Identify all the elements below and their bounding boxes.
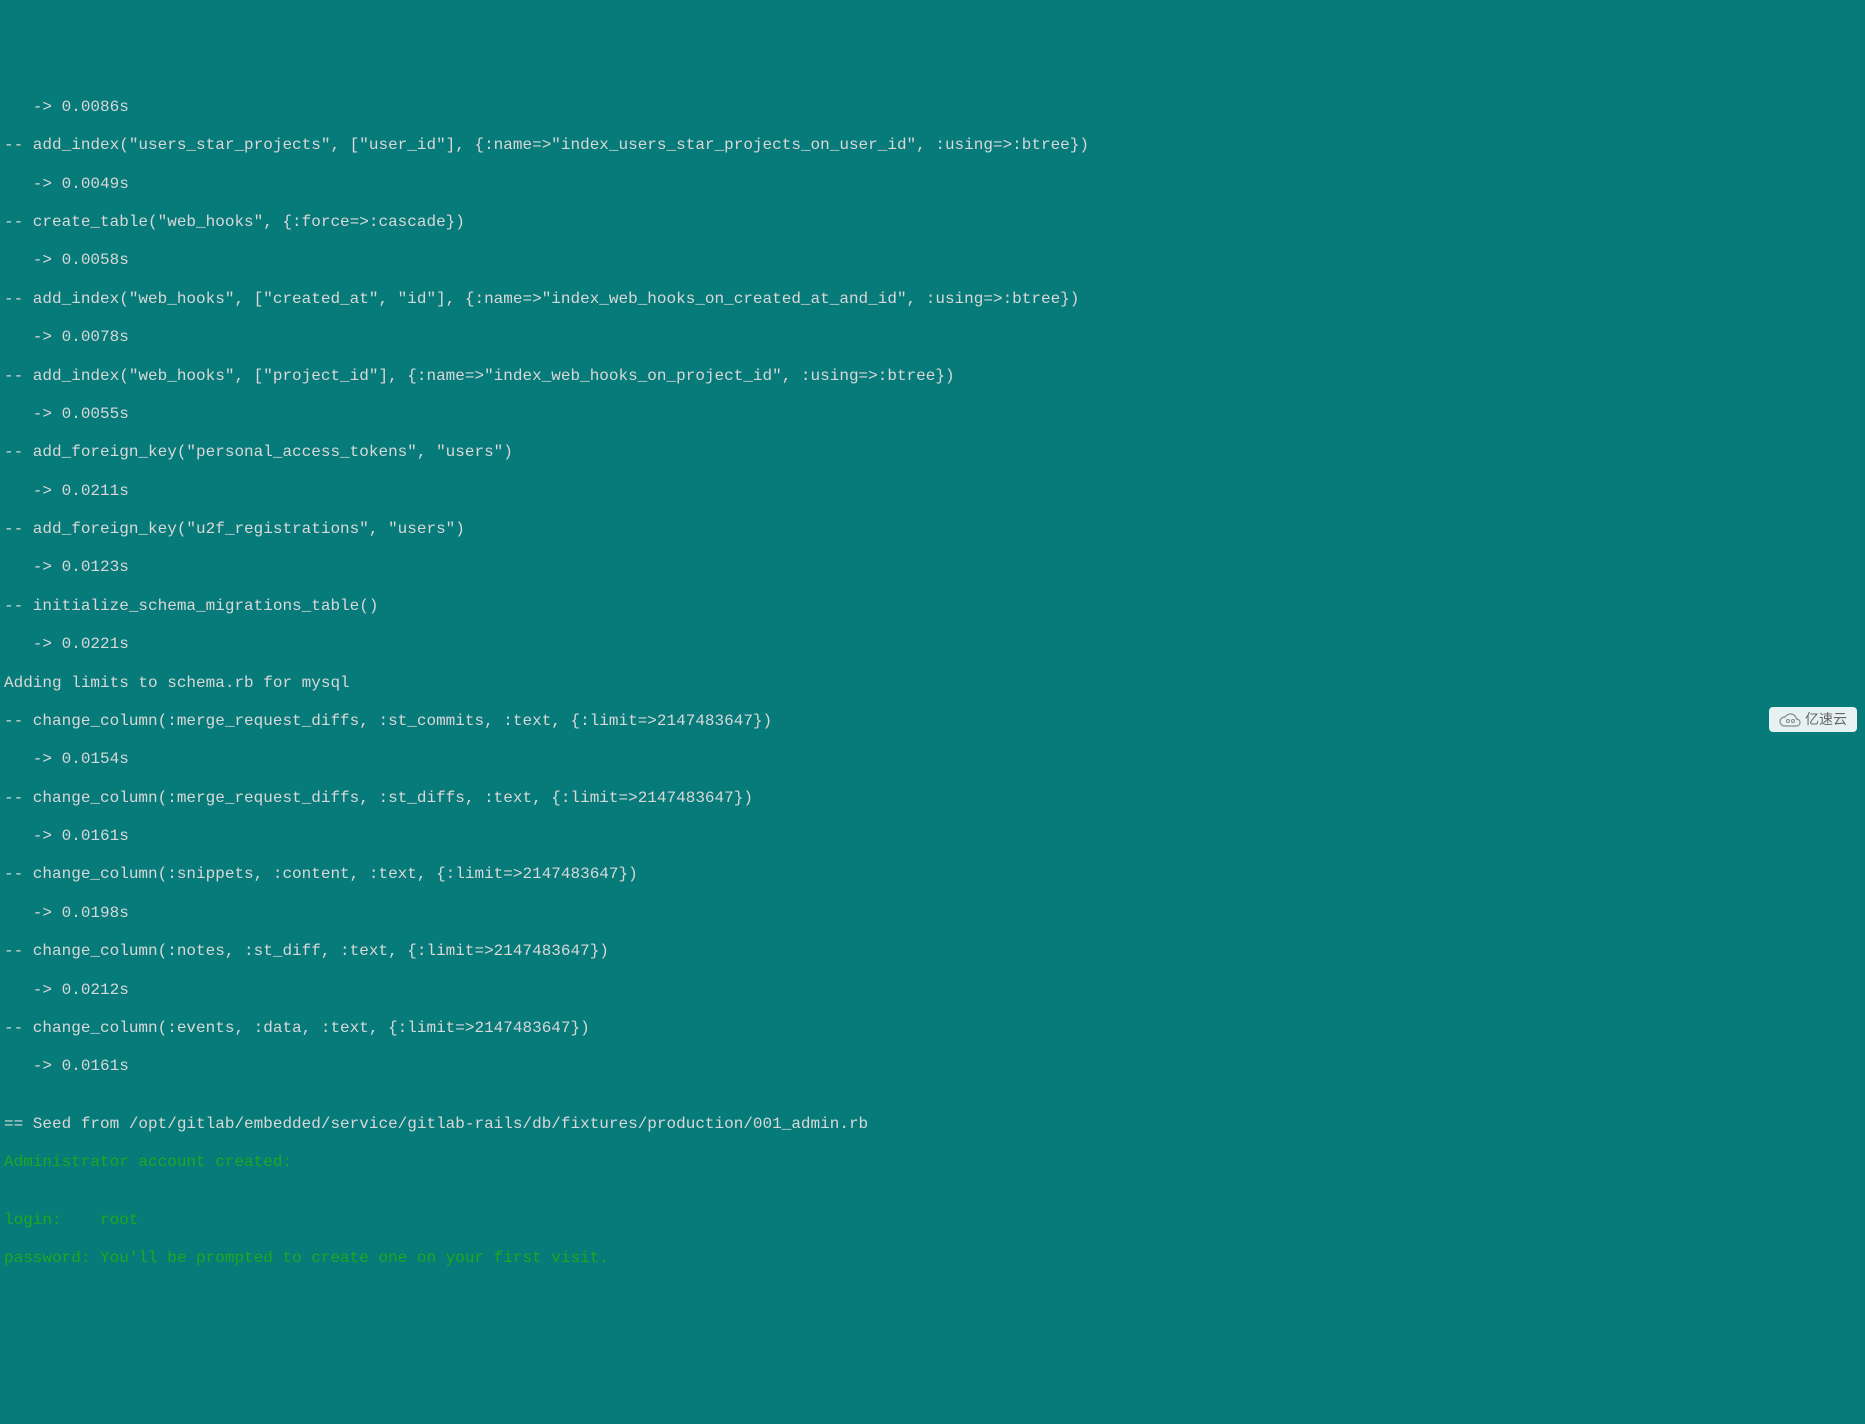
output-line: -> 0.0154s: [4, 750, 1861, 769]
output-line: -- change_column(:notes, :st_diff, :text…: [4, 942, 1861, 961]
output-line: -> 0.0049s: [4, 175, 1861, 194]
output-line: -> 0.0055s: [4, 405, 1861, 424]
admin-account-heading: Administrator account created:: [4, 1153, 1861, 1172]
output-line: -- add_foreign_key("u2f_registrations", …: [4, 520, 1861, 539]
output-line: -- change_column(:snippets, :content, :t…: [4, 865, 1861, 884]
output-line: -> 0.0211s: [4, 482, 1861, 501]
cloud-icon: [1779, 713, 1801, 727]
watermark-text: 亿速云: [1805, 711, 1847, 728]
output-line: -> 0.0198s: [4, 904, 1861, 923]
output-line: -- change_column(:events, :data, :text, …: [4, 1019, 1861, 1038]
watermark-badge: 亿速云: [1769, 707, 1857, 732]
output-line: -> 0.0078s: [4, 328, 1861, 347]
output-line: Adding limits to schema.rb for mysql: [4, 674, 1861, 693]
output-line: -- add_index("web_hooks", ["created_at",…: [4, 290, 1861, 309]
terminal-output: -> 0.0086s -- add_index("users_star_proj…: [0, 77, 1865, 1290]
output-line: -> 0.0161s: [4, 827, 1861, 846]
output-line: -- add_index("users_star_projects", ["us…: [4, 136, 1861, 155]
output-line: -- change_column(:merge_request_diffs, :…: [4, 789, 1861, 808]
output-line: -> 0.0221s: [4, 635, 1861, 654]
output-line: -- add_index("web_hooks", ["project_id"]…: [4, 367, 1861, 386]
admin-login-line: login: root: [4, 1211, 1861, 1230]
output-line: -- change_column(:merge_request_diffs, :…: [4, 712, 1861, 731]
output-line: == Seed from /opt/gitlab/embedded/servic…: [4, 1115, 1861, 1134]
output-line: -> 0.0161s: [4, 1057, 1861, 1076]
output-line: -- create_table("web_hooks", {:force=>:c…: [4, 213, 1861, 232]
output-line: -> 0.0086s: [4, 98, 1861, 117]
admin-password-line: password: You'll be prompted to create o…: [4, 1249, 1861, 1268]
output-line: -> 0.0212s: [4, 981, 1861, 1000]
output-line: -- add_foreign_key("personal_access_toke…: [4, 443, 1861, 462]
output-line: -> 0.0058s: [4, 251, 1861, 270]
output-line: -- initialize_schema_migrations_table(): [4, 597, 1861, 616]
output-line: -> 0.0123s: [4, 558, 1861, 577]
